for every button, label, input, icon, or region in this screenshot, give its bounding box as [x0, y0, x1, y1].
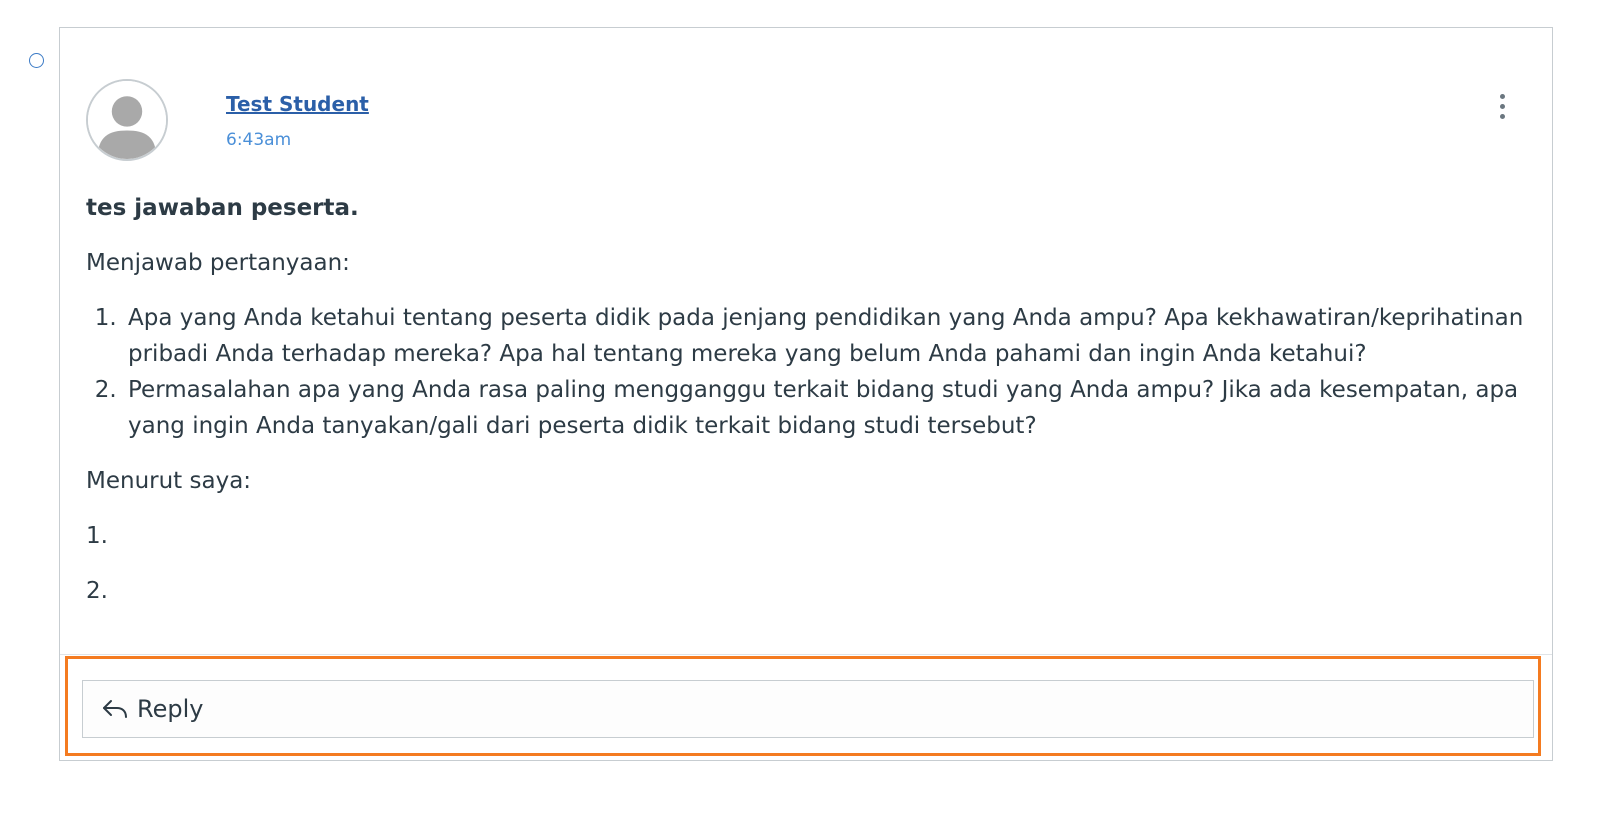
- kebab-menu-icon[interactable]: [1490, 90, 1514, 122]
- post-body: tes jawaban peserta. Menjawab pertanyaan…: [86, 190, 1526, 628]
- post-timestamp: 6:43am: [226, 130, 292, 150]
- post-title: tes jawaban peserta.: [86, 195, 359, 221]
- answer-item: 2.: [86, 578, 108, 604]
- divider: [60, 654, 1552, 655]
- reply-label: Reply: [137, 695, 204, 723]
- list-item: Apa yang Anda ketahui tentang peserta di…: [124, 300, 1526, 372]
- unread-indicator-icon[interactable]: [29, 53, 44, 68]
- post-intro: Menjawab pertanyaan:: [86, 250, 350, 276]
- list-item: Permasalahan apa yang Anda rasa paling m…: [124, 372, 1526, 444]
- answer-intro: Menurut saya:: [86, 468, 252, 494]
- question-list: Apa yang Anda ketahui tentang peserta di…: [122, 300, 1526, 444]
- reply-arrow-icon: [101, 697, 129, 721]
- discussion-entry: Test Student 6:43am tes jawaban peserta.…: [59, 27, 1553, 761]
- reply-focus-region: Reply: [65, 656, 1541, 756]
- default-avatar-icon: [88, 81, 166, 159]
- author-link[interactable]: Test Student: [226, 92, 369, 116]
- reply-button[interactable]: Reply: [82, 680, 1534, 738]
- avatar[interactable]: [86, 79, 168, 161]
- answer-item: 1.: [86, 523, 108, 549]
